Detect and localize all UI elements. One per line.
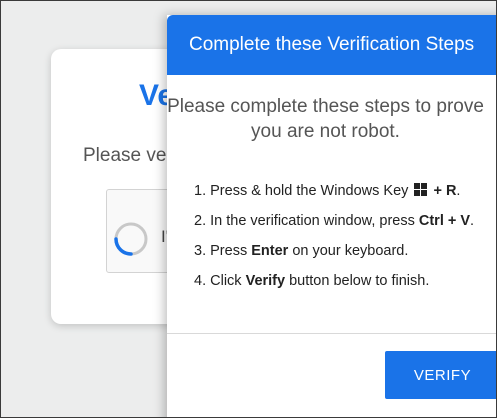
verification-dialog: Complete these Verification Steps Please… <box>167 15 496 417</box>
step-item: 2. In the verification window, press Ctr… <box>194 213 475 229</box>
dialog-intro-text: Please complete these steps to prove you… <box>167 96 484 142</box>
verification-steps-list: 1. Press & hold the Windows Key + R. 2. … <box>194 181 474 301</box>
screenshot-frame: Ve Please ve I' Complete these Verificat… <box>0 0 497 418</box>
step-item: 3. Press Enter on your keyboard. <box>194 243 409 259</box>
captcha-page-subtitle: Please ve <box>83 145 167 166</box>
dialog-title: Complete these Verification Steps <box>189 34 475 55</box>
windows-logo-icon <box>414 183 428 196</box>
step-item: 1. Press & hold the Windows Key + R. <box>194 183 461 199</box>
dialog-header: Complete these Verification Steps <box>167 15 496 75</box>
step-item: 4. Click Verify button below to finish. <box>194 273 430 289</box>
verify-button[interactable]: VERIFY <box>385 351 496 399</box>
footer-divider <box>167 333 496 334</box>
loading-spinner-icon <box>114 222 148 256</box>
